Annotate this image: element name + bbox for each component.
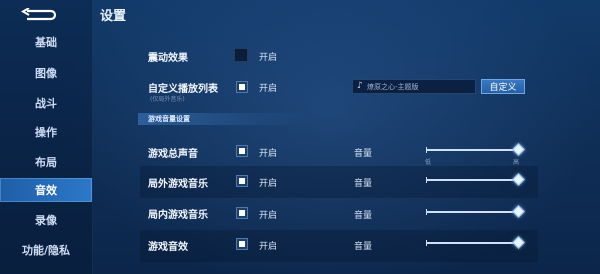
slider-track [426,149,518,151]
ingame-music-vol-label: 音量 [354,211,373,221]
checkbox-tick [239,148,245,154]
sfx-label: 游戏音效 [148,242,188,253]
playlist-option-label: 开启 [259,84,278,94]
music-value: 燎原之心-主题版 [367,83,419,91]
back-arrow-icon [21,8,57,21]
playlist-checkbox[interactable] [236,81,248,93]
checkbox-tick [239,241,245,247]
sidebar-item-label: 基础 [35,36,57,49]
outgame-music-slider[interactable] [426,173,525,187]
master-volume-vol-label: 音量 [354,149,373,159]
sidebar-item-label: 图像 [35,67,57,80]
sfx-option: 开启 [259,242,278,252]
slider-track [426,211,518,213]
sidebar: 基础 图像 战斗 操作 布局 音效 录像 功能/隐私 [0,0,93,274]
sidebar-item-label: 音效 [35,184,57,197]
sidebar-item-basic[interactable]: 基础 [0,30,92,54]
sidebar-item-controls[interactable]: 操作 [0,120,92,144]
sidebar-item-label: 战斗 [35,97,57,110]
sfx-vol-label: 音量 [354,242,373,252]
sidebar-item-audio[interactable]: 音效 [0,178,92,202]
outgame-music-vol-label: 音量 [354,179,373,189]
vibration-checkbox[interactable] [234,48,248,62]
master-volume-checkbox[interactable] [236,145,248,157]
sfx-checkbox[interactable] [236,238,248,250]
sidebar-item-label: 功能/隐私 [21,244,71,257]
sidebar-item-replay[interactable]: 录像 [0,208,92,232]
playlist-label: 自定义播放列表 [148,84,218,95]
checkbox-tick [239,84,245,90]
outgame-music-label: 局外游戏音乐 [148,179,208,190]
ingame-music-slider[interactable] [426,205,525,219]
section-title: 游戏音量设置 [148,115,190,123]
high-label: 高 [513,159,520,166]
page-title: 设置 [100,9,127,24]
sfx-slider[interactable] [426,236,525,250]
outgame-music-option: 开启 [259,179,278,189]
slider-track [426,179,518,181]
master-volume-label: 游戏总声音 [148,149,198,160]
music-select-field[interactable]: ♪ 燎原之心-主题版 [352,79,476,94]
checkbox-tick [239,210,245,216]
slider-track [426,242,518,244]
sidebar-item-layout[interactable]: 布局 [0,150,92,174]
ingame-music-option: 开启 [259,211,278,221]
back-button[interactable] [18,7,64,23]
master-volume-slider[interactable] [426,143,525,157]
sidebar-item-privacy[interactable]: 功能/隐私 [0,238,92,262]
checkbox-tick [239,178,245,184]
sidebar-item-label: 录像 [35,214,57,227]
customize-button[interactable]: 自定义 [481,79,525,94]
sidebar-item-label: 布局 [35,156,57,169]
playlist-sublabel: (仅局外音乐) [150,96,185,103]
vibration-label: 震动效果 [148,53,188,64]
ingame-music-label: 局内游戏音乐 [148,210,208,221]
low-label: 低 [425,159,432,166]
sidebar-item-combat[interactable]: 战斗 [0,91,92,115]
outgame-music-checkbox[interactable] [236,175,248,187]
sidebar-item-graphics[interactable]: 图像 [0,61,92,85]
sidebar-item-label: 操作 [35,126,57,139]
music-note-icon: ♪ [357,81,363,91]
master-volume-option: 开启 [259,149,278,159]
section-header: 游戏音量设置 [138,113,308,125]
vibration-option-label: 开启 [259,53,278,63]
ingame-music-checkbox[interactable] [236,207,248,219]
